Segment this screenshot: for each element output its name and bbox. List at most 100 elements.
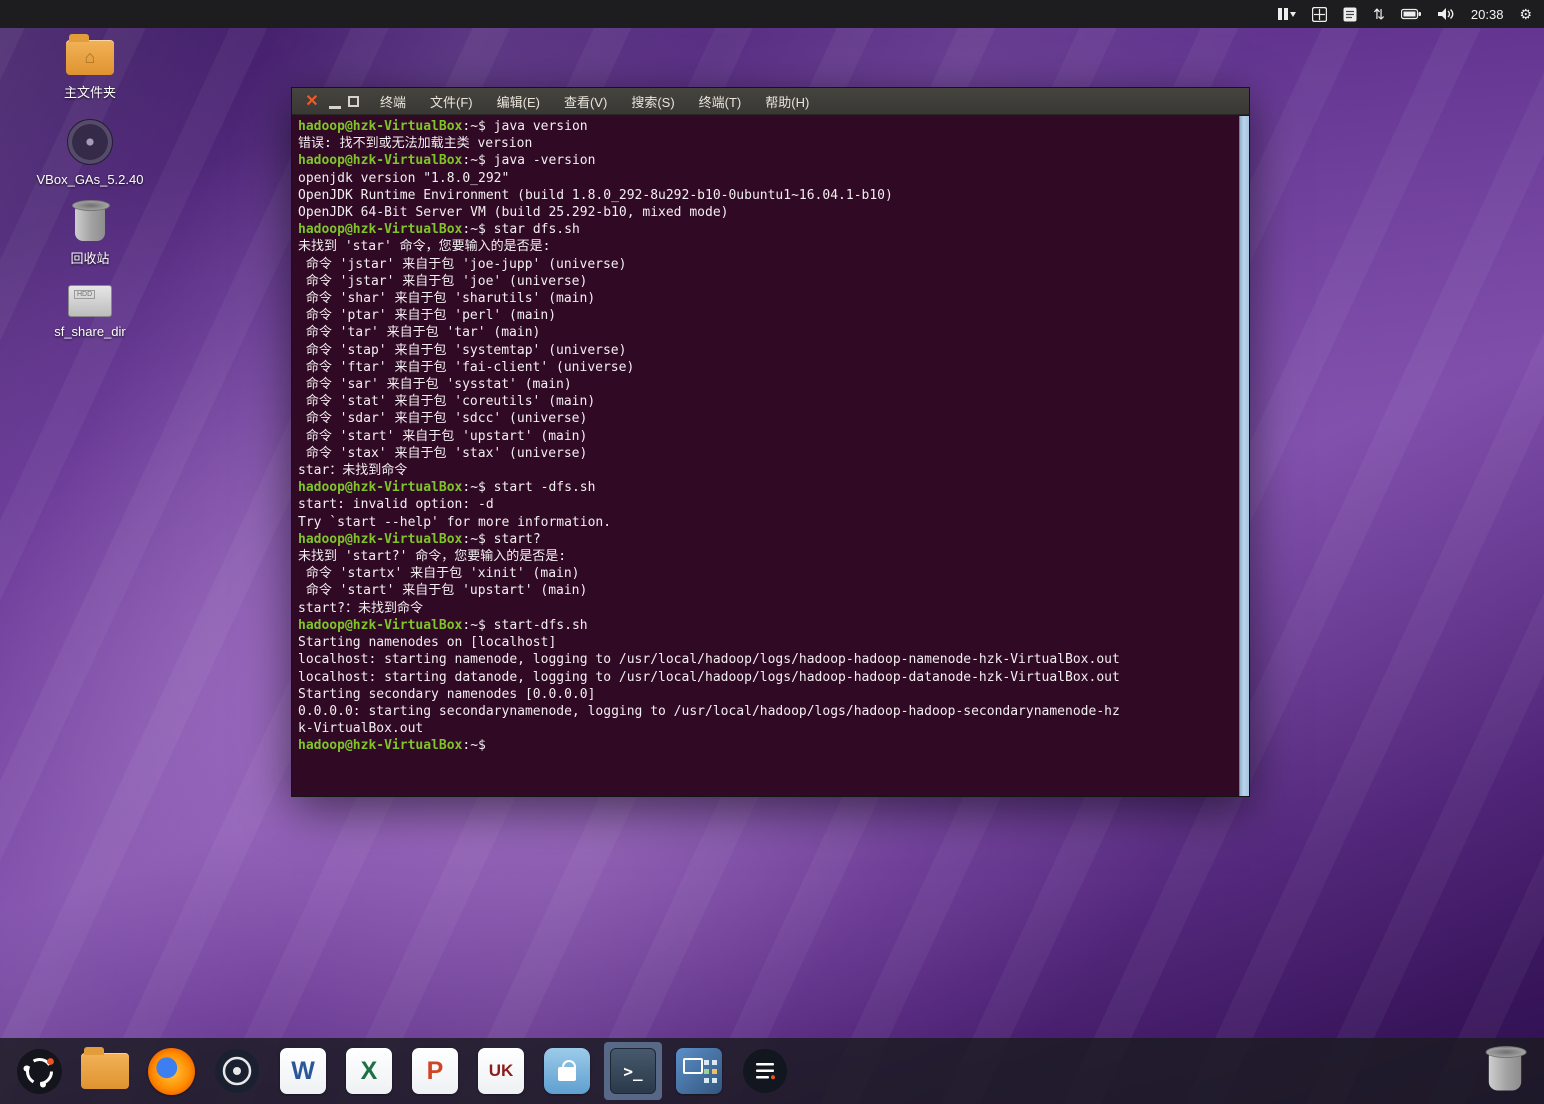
terminal-line: Starting secondary namenodes [0.0.0.0] <box>298 686 596 702</box>
menu-help[interactable]: 帮助(H) <box>765 92 809 111</box>
terminal-line: Starting namenodes on [localhost] <box>298 635 557 651</box>
hdd-icon: HDD <box>67 285 112 317</box>
battery-icon[interactable] <box>1400 0 1422 28</box>
menu-search[interactable]: 搜索(S) <box>631 92 674 111</box>
media-player-icon <box>215 1049 259 1093</box>
desktop-icon-home[interactable]: 主文件夹 <box>63 34 116 101</box>
powerpoint-icon: P <box>412 1048 458 1094</box>
trash-icon <box>71 200 110 241</box>
hdd-badge: HDD <box>73 290 96 299</box>
terminal-line: hadoop@hzk-VirtualBox:~$ <box>298 738 494 754</box>
terminal-line: hadoop@hzk-VirtualBox:~$ java -version <box>298 153 596 169</box>
firefox-icon <box>147 1047 195 1095</box>
terminal-line: 命令 'stat' 来自于包 'coreutils' (main) <box>298 394 596 410</box>
kylin-menu-icon <box>16 1048 62 1094</box>
terminal-line: 命令 'sar' 来自于包 'sysstat' (main) <box>298 377 572 393</box>
system-assistant-icon <box>743 1049 787 1093</box>
menu-edit[interactable]: 编辑(E) <box>497 92 540 111</box>
dock: W X P UK >_ <box>0 1038 1544 1104</box>
terminal-line: 命令 'stap' 来自于包 'systemtap' (universe) <box>298 342 627 358</box>
desktop-icon-label: 回收站 <box>70 251 110 266</box>
terminal-menubar: 终端 文件(F) 编辑(E) 查看(V) 搜索(S) 终端(T) 帮助(H) <box>380 92 809 111</box>
terminal-line: hadoop@hzk-VirtualBox:~$ java version <box>298 119 588 134</box>
top-panel: ⇅ 20:38 ⚙ <box>0 0 1544 28</box>
terminal-line: OpenJDK Runtime Environment (build 1.8.0… <box>298 187 893 203</box>
terminal-line: Try `start --help' for more information. <box>298 514 612 530</box>
dock-item-launcher-kylin-menu[interactable] <box>10 1042 68 1100</box>
terminal-line: 命令 'stax' 来自于包 'stax' (universe) <box>298 445 588 461</box>
dock-item-excel[interactable]: X <box>340 1042 398 1100</box>
terminal-line: openjdk version "1.8.0_292" <box>298 170 510 186</box>
terminal-line: 命令 'ptar' 来自于包 'perl' (main) <box>298 308 557 324</box>
home-folder-icon <box>65 34 114 75</box>
terminal-window: ✕ 终端 文件(F) 编辑(E) 查看(V) 搜索(S) 终端(T) 帮助(H)… <box>291 87 1250 797</box>
folder-icon <box>81 1047 129 1089</box>
terminal-line: 命令 'jstar' 来自于包 'joe' (universe) <box>298 273 588 289</box>
dock-item-powerpoint[interactable]: P <box>406 1042 464 1100</box>
volume-icon[interactable] <box>1437 0 1455 28</box>
close-button[interactable]: ✕ <box>302 88 322 115</box>
terminal-line: 0.0.0.0: starting secondarynamenode, log… <box>298 703 1120 719</box>
terminal-line: 错误: 找不到或无法加载主类 version <box>298 136 533 152</box>
terminal-line: 命令 'tar' 来自于包 'tar' (main) <box>298 325 541 341</box>
terminal-line: 未找到 'star' 命令，您要输入的是否是: <box>298 239 551 255</box>
panel-layout-icon[interactable] <box>1278 0 1297 28</box>
software-store-icon <box>544 1048 590 1094</box>
terminal-line: localhost: starting datanode, logging to… <box>298 669 1120 685</box>
dock-item-word[interactable]: W <box>274 1042 332 1100</box>
uk-software-center-icon: UK <box>478 1048 524 1094</box>
dock-item-trash[interactable] <box>1476 1042 1534 1100</box>
maximize-button[interactable] <box>348 95 359 107</box>
menu-file[interactable]: 文件(F) <box>430 92 473 111</box>
terminal-line: hadoop@hzk-VirtualBox:~$ star dfs.sh <box>298 222 580 238</box>
terminal-line: star：未找到命令 <box>298 463 408 479</box>
dock-item-system-assistant[interactable] <box>736 1042 794 1100</box>
terminal-line: 命令 'startx' 来自于包 'xinit' (main) <box>298 566 580 582</box>
dock-item-firefox[interactable] <box>142 1042 200 1100</box>
terminal-scrollbar[interactable] <box>1239 116 1249 796</box>
dock-item-software-center-uk[interactable]: UK <box>472 1042 530 1100</box>
menu-terminal-app[interactable]: 终端 <box>380 92 406 111</box>
word-icon: W <box>280 1048 326 1094</box>
terminal-line: start?：未找到命令 <box>298 600 423 616</box>
dock-item-screenshot-tool[interactable] <box>670 1042 728 1100</box>
dock-item-media-player[interactable] <box>208 1042 266 1100</box>
desktop-icon-label: 主文件夹 <box>63 85 116 100</box>
terminal-titlebar[interactable]: ✕ 终端 文件(F) 编辑(E) 查看(V) 搜索(S) 终端(T) 帮助(H) <box>292 88 1249 115</box>
desktop-icon-share-dir[interactable]: HDD sf_share_dir <box>54 285 126 339</box>
screenshot-tool-icon <box>676 1048 722 1094</box>
clock[interactable]: 20:38 <box>1471 7 1504 22</box>
terminal-output[interactable]: hadoop@hzk-VirtualBox:~$ java version 错误:… <box>292 116 1239 796</box>
terminal-line: 未找到 'start?' 命令，您要输入的是否是: <box>298 549 567 565</box>
desktop-icon-vbox-cd[interactable]: VBox_GAs_5.2.40 <box>36 119 144 187</box>
terminal-line: 命令 'ftar' 来自于包 'fai-client' (universe) <box>298 359 635 375</box>
menu-terminal[interactable]: 终端(T) <box>699 92 742 111</box>
dock-item-terminal[interactable]: >_ <box>604 1042 662 1100</box>
terminal-line: 命令 'shar' 来自于包 'sharutils' (main) <box>298 291 596 307</box>
input-method-icon[interactable] <box>1312 0 1328 28</box>
menu-view[interactable]: 查看(V) <box>564 92 607 111</box>
terminal-line: k-VirtualBox.out <box>298 721 424 737</box>
terminal-icon: >_ <box>610 1048 656 1094</box>
network-arrows-icon[interactable]: ⇅ <box>1373 0 1385 28</box>
terminal-line: 命令 'start' 来自于包 'upstart' (main) <box>298 583 588 599</box>
terminal-line: hadoop@hzk-VirtualBox:~$ start? <box>298 531 541 547</box>
desktop-icon-trash[interactable]: 回收站 <box>70 200 110 267</box>
desktop-icon-label: sf_share_dir <box>54 324 126 339</box>
dock-item-software-store[interactable] <box>538 1042 596 1100</box>
desktop-icon-label: VBox_GAs_5.2.40 <box>36 172 144 187</box>
cd-disc-icon <box>67 119 113 165</box>
terminal-line: hadoop@hzk-VirtualBox:~$ start-dfs.sh <box>298 617 588 633</box>
minimize-button[interactable] <box>329 105 341 109</box>
notes-icon[interactable] <box>1343 0 1357 28</box>
session-gear-icon[interactable]: ⚙ <box>1519 0 1532 28</box>
terminal-line: localhost: starting namenode, logging to… <box>298 652 1120 668</box>
terminal-line: 命令 'start' 来自于包 'upstart' (main) <box>298 428 588 444</box>
terminal-line: 命令 'sdar' 来自于包 'sdcc' (universe) <box>298 411 588 427</box>
desktop-icon-column: 主文件夹 VBox_GAs_5.2.40 回收站 HDD sf_share_di… <box>37 34 143 339</box>
terminal-line: 命令 'jstar' 来自于包 'joe-jupp' (universe) <box>298 256 627 272</box>
excel-icon: X <box>346 1048 392 1094</box>
dock-item-file-manager[interactable] <box>76 1042 134 1100</box>
terminal-line: start: invalid option: -d <box>298 497 494 513</box>
dock-trash-icon <box>1485 1046 1527 1091</box>
